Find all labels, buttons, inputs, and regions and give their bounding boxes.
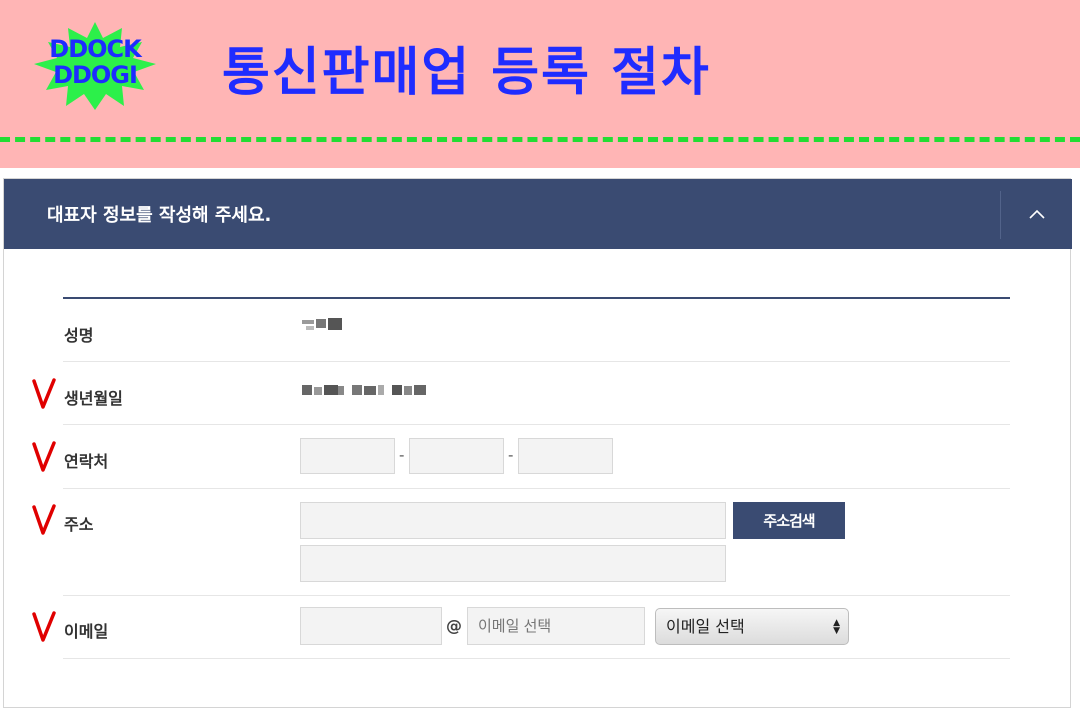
email-domain-select[interactable]: 이메일 선택 ▲ ▼	[655, 608, 849, 645]
logo-line-1: DDOCK	[49, 35, 141, 63]
required-check-icon	[32, 377, 56, 411]
row-divider	[63, 595, 1010, 596]
email-at-sign: @	[446, 616, 462, 635]
row-divider	[63, 361, 1010, 362]
email-select-value: 이메일 선택	[666, 617, 745, 636]
phone-separator: -	[508, 446, 514, 464]
birth-date-label: 생년월일	[64, 389, 123, 408]
name-value-redacted	[302, 316, 344, 332]
phone-part-2-input[interactable]	[409, 438, 504, 474]
email-domain-input[interactable]	[467, 607, 645, 645]
select-arrows-icon: ▲ ▼	[833, 618, 840, 636]
panel-title: 대표자 정보를 작성해 주세요.	[47, 205, 272, 226]
required-check-icon	[32, 440, 56, 474]
address-label: 주소	[64, 515, 94, 534]
logo: DDOCK DDOGI	[30, 20, 160, 110]
address-input[interactable]	[300, 502, 726, 539]
row-divider	[63, 424, 1010, 425]
required-check-icon	[32, 503, 56, 537]
email-id-input[interactable]	[300, 607, 442, 645]
row-divider	[63, 658, 1010, 659]
row-divider	[63, 488, 1010, 489]
dashed-divider	[0, 137, 1080, 142]
header-banner: DDOCK DDOGI 통신판매업 등록 절차	[0, 0, 1080, 168]
chevron-up-icon[interactable]	[1026, 203, 1048, 225]
logo-text: DDOCK DDOGI	[30, 36, 160, 88]
panel-header: 대표자 정보를 작성해 주세요.	[4, 179, 1072, 249]
name-label: 성명	[64, 326, 94, 345]
address-search-button[interactable]: 주소검색	[733, 502, 845, 539]
form-top-border	[63, 297, 1010, 299]
banner-title: 통신판매업 등록 절차	[222, 42, 711, 103]
phone-part-3-input[interactable]	[518, 438, 613, 474]
address-detail-input[interactable]	[300, 545, 726, 582]
email-label: 이메일	[64, 622, 109, 641]
required-check-icon	[32, 610, 56, 644]
phone-separator: -	[399, 446, 405, 464]
phone-part-1-input[interactable]	[300, 438, 395, 474]
phone-label: 연락처	[64, 452, 109, 471]
logo-line-2: DDOGI	[53, 61, 138, 89]
birth-date-value-redacted	[302, 382, 438, 398]
header-divider	[1000, 191, 1001, 239]
